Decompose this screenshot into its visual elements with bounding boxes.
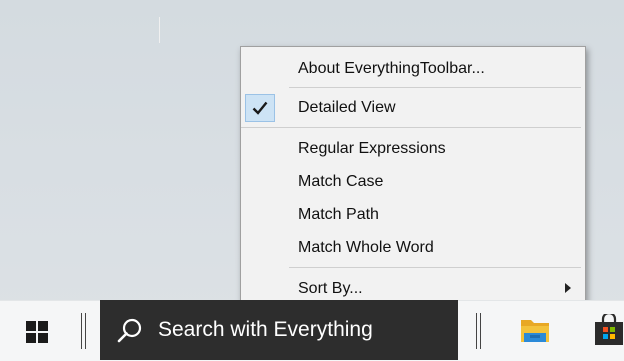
- text-cursor: [159, 17, 160, 43]
- taskbar-microsoft-store[interactable]: [584, 300, 624, 360]
- menu-item-about[interactable]: About EverythingToolbar...: [241, 53, 585, 85]
- search-icon: [117, 318, 142, 343]
- toolbar-grip[interactable]: [81, 313, 87, 349]
- microsoft-store-icon: [595, 314, 623, 345]
- menu-item-label: Match Case: [298, 173, 384, 190]
- menu-item-label: Detailed View: [298, 99, 396, 116]
- search-placeholder: Search with Everything: [158, 318, 373, 341]
- menu-item-label: Regular Expressions: [298, 140, 446, 157]
- context-menu: About EverythingToolbar... Detailed View…: [240, 46, 586, 306]
- file-explorer-icon: [521, 320, 549, 342]
- toolbar-grip[interactable]: [476, 313, 482, 349]
- menu-separator: [289, 87, 581, 88]
- menu-item-label: About EverythingToolbar...: [298, 60, 485, 77]
- menu-item-label: Match Path: [298, 206, 379, 223]
- menu-item-match-path[interactable]: Match Path: [241, 199, 585, 231]
- menu-item-regular-expressions[interactable]: Regular Expressions: [241, 133, 585, 165]
- start-button[interactable]: [14, 317, 60, 347]
- checkmark-icon: [245, 94, 275, 122]
- menu-separator: [289, 267, 581, 268]
- menu-item-label: Sort By...: [298, 280, 363, 297]
- taskbar-file-explorer[interactable]: [510, 300, 560, 360]
- menu-separator: [241, 127, 581, 128]
- windows-start-icon: [26, 321, 48, 343]
- menu-item-match-case[interactable]: Match Case: [241, 166, 585, 198]
- menu-item-label: Match Whole Word: [298, 239, 434, 256]
- submenu-arrow-icon: [565, 283, 571, 293]
- everything-search-box[interactable]: Search with Everything: [100, 300, 458, 360]
- menu-item-detailed-view[interactable]: Detailed View: [241, 92, 585, 124]
- menu-item-match-whole-word[interactable]: Match Whole Word: [241, 232, 585, 264]
